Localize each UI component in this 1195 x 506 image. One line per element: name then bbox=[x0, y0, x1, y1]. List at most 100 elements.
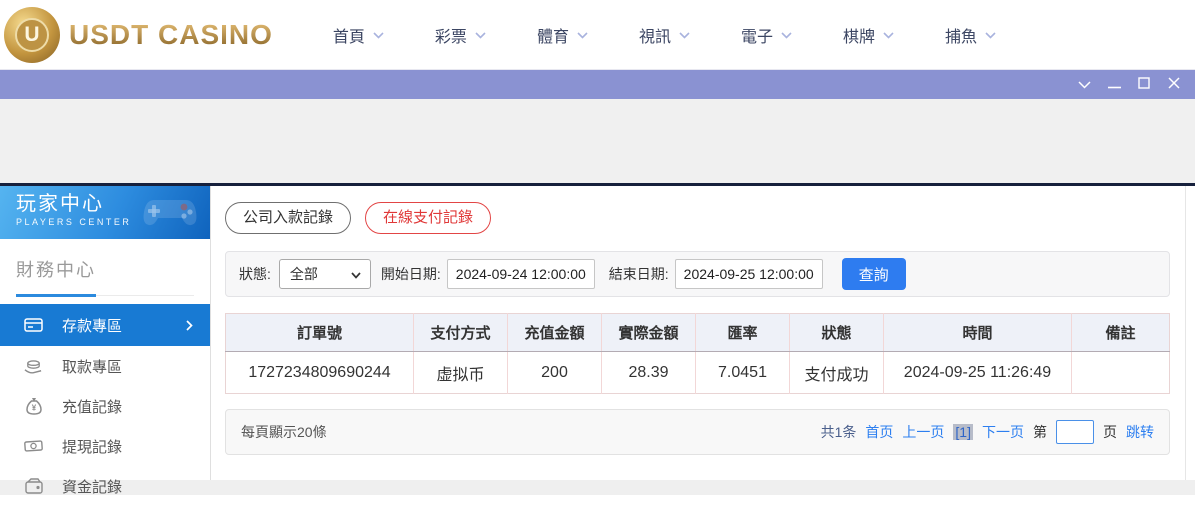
maximize-button[interactable] bbox=[1129, 70, 1159, 99]
current-page-indicator[interactable]: [1] bbox=[953, 424, 973, 440]
col-recharge-amount: 充值金額 bbox=[507, 313, 602, 352]
pagination-bar: 每頁顯示20條 共1条 首页 上一页 [1] 下一页 第 页 跳转 bbox=[225, 409, 1170, 455]
window-title-bar bbox=[0, 70, 1195, 99]
first-page-link[interactable]: 首页 bbox=[865, 422, 893, 442]
filter-bar: 狀態: 全部 開始日期: 結束日期: 查詢 bbox=[225, 251, 1170, 297]
nav-item-sports[interactable]: 體育 bbox=[537, 23, 588, 47]
sidebar-item-withdrawal-records[interactable]: 提現記錄 bbox=[0, 426, 210, 466]
top-navigation-bar: U USDT CASINO 首頁 彩票 體育 視訊 電子 棋牌 捕魚 bbox=[0, 0, 1195, 70]
sidebar-item-withdraw-area[interactable]: 取款專區 bbox=[0, 346, 210, 386]
content-panel: 公司入款記錄 在線支付記錄 狀態: 全部 開始日期: 結束日期: 查詢 bbox=[211, 186, 1186, 480]
jump-prefix-label: 第 bbox=[1033, 424, 1047, 440]
logo-letter: U bbox=[15, 17, 49, 52]
chevron-right-icon bbox=[186, 304, 193, 346]
chevron-down-icon bbox=[679, 26, 690, 44]
nav-label: 棋牌 bbox=[842, 28, 875, 46]
logo-wordmark: USDT CASINO bbox=[69, 18, 273, 50]
table-header-row: 訂單號 支付方式 充值金額 實際金額 匯率 狀態 時間 備註 bbox=[225, 313, 1170, 352]
col-actual-amount: 實際金額 bbox=[601, 313, 696, 352]
section-title-text: 財務中心 bbox=[16, 260, 96, 280]
cell-recharge-amount: 200 bbox=[507, 351, 602, 394]
start-date-label: 開始日期: bbox=[380, 266, 441, 282]
total-count: 共1条 bbox=[820, 424, 857, 440]
status-select[interactable]: 全部 bbox=[278, 259, 371, 289]
main-area: 玩家中心 PLAYERS CENTER 財務中心 存款專區 取款專區 ¥ 充值記… bbox=[0, 186, 1195, 496]
cell-actual-amount: 28.39 bbox=[601, 351, 696, 394]
cell-status: 支付成功 bbox=[789, 351, 884, 394]
main-menu: 首頁 彩票 體育 視訊 電子 棋牌 捕魚 bbox=[333, 23, 996, 47]
start-date-input[interactable] bbox=[446, 259, 595, 289]
nav-label: 體育 bbox=[536, 28, 569, 46]
sidebar-item-deposit-area[interactable]: 存款專區 bbox=[0, 304, 210, 346]
record-tabs: 公司入款記錄 在線支付記錄 bbox=[225, 202, 1170, 234]
cell-order-number: 1727234809690244 bbox=[225, 351, 414, 394]
gamepad-icon bbox=[142, 192, 200, 237]
sidebar-item-label: 存款專區 bbox=[62, 317, 123, 335]
next-page-link[interactable]: 下一页 bbox=[982, 422, 1024, 442]
sidebar-item-fund-records[interactable]: 資金記錄 bbox=[0, 466, 210, 506]
nav-item-cards[interactable]: 棋牌 bbox=[843, 23, 894, 47]
card-machine-icon bbox=[24, 317, 43, 333]
banknote-icon bbox=[24, 439, 43, 453]
page-size-text: 每頁顯示20條 bbox=[241, 424, 327, 440]
chevron-down-icon bbox=[1077, 76, 1091, 94]
sidebar-menu: 存款專區 取款專區 ¥ 充值記錄 提現記錄 資金記錄 bbox=[0, 304, 210, 506]
nav-label: 彩票 bbox=[434, 28, 467, 46]
player-center-sidebar: 玩家中心 PLAYERS CENTER 財務中心 存款專區 取款專區 ¥ 充值記… bbox=[0, 186, 211, 496]
section-title: 財務中心 bbox=[16, 256, 194, 297]
tab-online-payment-records[interactable]: 在線支付記錄 bbox=[365, 202, 492, 234]
hand-coin-icon bbox=[24, 358, 43, 374]
chevron-down-icon bbox=[883, 26, 894, 44]
cell-payment-method: 虚拟币 bbox=[413, 351, 508, 394]
nav-item-home[interactable]: 首頁 bbox=[333, 23, 384, 47]
logo-coin-icon: U bbox=[4, 6, 60, 63]
minimize-button[interactable] bbox=[1099, 70, 1129, 99]
chevron-down-icon bbox=[475, 26, 486, 44]
nav-label: 捕魚 bbox=[945, 28, 978, 46]
collapse-button[interactable] bbox=[1069, 70, 1099, 99]
nav-item-live[interactable]: 視訊 bbox=[639, 23, 690, 47]
records-table: 訂單號 支付方式 充值金額 實際金額 匯率 狀態 時間 備註 172723480… bbox=[225, 313, 1170, 394]
sidebar-item-label: 資金記錄 bbox=[62, 478, 123, 496]
page-spacer bbox=[0, 99, 1195, 183]
records-table-wrap: 訂單號 支付方式 充值金額 實際金額 匯率 狀態 時間 備註 172723480… bbox=[225, 313, 1170, 394]
section-underline bbox=[16, 294, 96, 297]
status-select-value: 全部 bbox=[289, 266, 318, 282]
tab-company-deposit-records[interactable]: 公司入款記錄 bbox=[225, 202, 352, 234]
prev-page-link[interactable]: 上一页 bbox=[902, 422, 944, 442]
end-date-label: 結束日期: bbox=[608, 266, 669, 282]
search-button[interactable]: 查詢 bbox=[841, 258, 906, 290]
nav-item-slots[interactable]: 電子 bbox=[741, 23, 792, 47]
page-jump-input[interactable] bbox=[1056, 420, 1094, 444]
finance-section: 財務中心 bbox=[0, 239, 210, 297]
nav-label: 首頁 bbox=[332, 28, 365, 46]
sidebar-item-recharge-records[interactable]: ¥ 充值記錄 bbox=[0, 386, 210, 426]
maximize-icon bbox=[1138, 76, 1150, 94]
jump-suffix-label: 页 bbox=[1103, 424, 1117, 440]
purse-icon bbox=[24, 478, 43, 494]
col-order-number: 訂單號 bbox=[225, 313, 414, 352]
site-logo[interactable]: U USDT CASINO bbox=[4, 6, 273, 63]
sidebar-item-label: 提現記錄 bbox=[62, 438, 123, 456]
sidebar-header: 玩家中心 PLAYERS CENTER bbox=[0, 186, 210, 239]
minimize-icon bbox=[1107, 76, 1121, 94]
chevron-down-icon bbox=[781, 26, 792, 44]
col-status: 狀態 bbox=[789, 313, 884, 352]
money-bag-icon: ¥ bbox=[24, 397, 43, 415]
nav-item-fishing[interactable]: 捕魚 bbox=[945, 23, 996, 47]
col-time: 時間 bbox=[883, 313, 1072, 352]
svg-text:¥: ¥ bbox=[31, 404, 36, 413]
col-remark: 備註 bbox=[1071, 313, 1170, 352]
cell-time: 2024-09-25 11:26:49 bbox=[883, 351, 1072, 394]
close-button[interactable] bbox=[1159, 70, 1189, 99]
chevron-down-icon bbox=[577, 26, 588, 44]
sidebar-item-label: 取款專區 bbox=[62, 358, 123, 376]
cell-exchange-rate: 7.0451 bbox=[695, 351, 790, 394]
close-icon bbox=[1168, 76, 1180, 94]
status-label: 狀態: bbox=[239, 266, 271, 282]
end-date-input[interactable] bbox=[674, 259, 823, 289]
table-row: 1727234809690244 虚拟币 200 28.39 7.0451 支付… bbox=[225, 351, 1170, 394]
jump-button[interactable]: 跳转 bbox=[1126, 422, 1154, 442]
nav-item-lottery[interactable]: 彩票 bbox=[435, 23, 486, 47]
chevron-down-icon bbox=[373, 26, 384, 44]
